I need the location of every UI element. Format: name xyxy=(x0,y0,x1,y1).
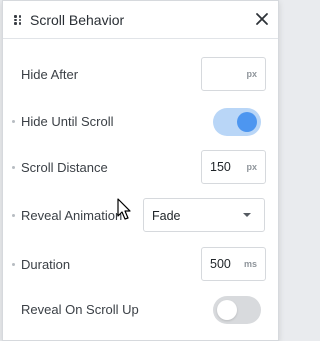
duration-input[interactable]: 500 ms xyxy=(201,247,266,281)
reveal-animation-row: Reveal Animation Fade xyxy=(3,198,280,234)
duration-unit: ms xyxy=(243,259,257,269)
drag-handle-icon[interactable] xyxy=(14,15,22,25)
duration-value: 500 xyxy=(210,257,231,271)
reveal-on-scroll-up-row: Reveal On Scroll Up xyxy=(3,294,280,330)
close-icon[interactable] xyxy=(255,12,269,26)
chevron-down-icon xyxy=(243,213,251,217)
hide-after-input[interactable]: px xyxy=(201,57,266,91)
duration-label: Duration xyxy=(21,257,71,272)
hide-after-label: Hide After xyxy=(21,67,79,82)
toggle-knob xyxy=(217,300,237,320)
hide-until-scroll-label: Hide Until Scroll xyxy=(21,114,114,129)
toggle-knob xyxy=(237,112,257,132)
scroll-distance-label: Scroll Distance xyxy=(21,160,108,175)
reveal-animation-label: Reveal Animation xyxy=(21,208,123,223)
hide-after-unit: px xyxy=(246,69,257,79)
scroll-distance-unit: px xyxy=(246,162,257,172)
scroll-distance-row: Scroll Distance 150 px xyxy=(3,150,280,186)
hide-after-row: Hide After px xyxy=(3,57,280,93)
hide-until-scroll-toggle[interactable] xyxy=(213,108,261,136)
reveal-animation-value: Fade xyxy=(152,209,181,223)
panel-header: Scroll Behavior xyxy=(3,1,278,39)
scroll-behavior-panel: Scroll Behavior Hide After px Hide Until… xyxy=(2,0,279,341)
setting-dot xyxy=(12,263,15,266)
hide-until-scroll-row: Hide Until Scroll xyxy=(3,104,280,140)
scroll-distance-value: 150 xyxy=(210,160,231,174)
reveal-on-scroll-up-toggle[interactable] xyxy=(213,296,261,324)
duration-row: Duration 500 ms xyxy=(3,247,280,283)
reveal-on-scroll-up-label: Reveal On Scroll Up xyxy=(21,302,139,317)
reveal-animation-select[interactable]: Fade xyxy=(143,198,265,232)
mouse-cursor-icon xyxy=(117,198,133,222)
scroll-distance-input[interactable]: 150 px xyxy=(201,150,266,184)
panel-title: Scroll Behavior xyxy=(30,12,125,28)
setting-dot xyxy=(12,166,15,169)
setting-dot xyxy=(12,214,15,217)
setting-dot xyxy=(12,120,15,123)
